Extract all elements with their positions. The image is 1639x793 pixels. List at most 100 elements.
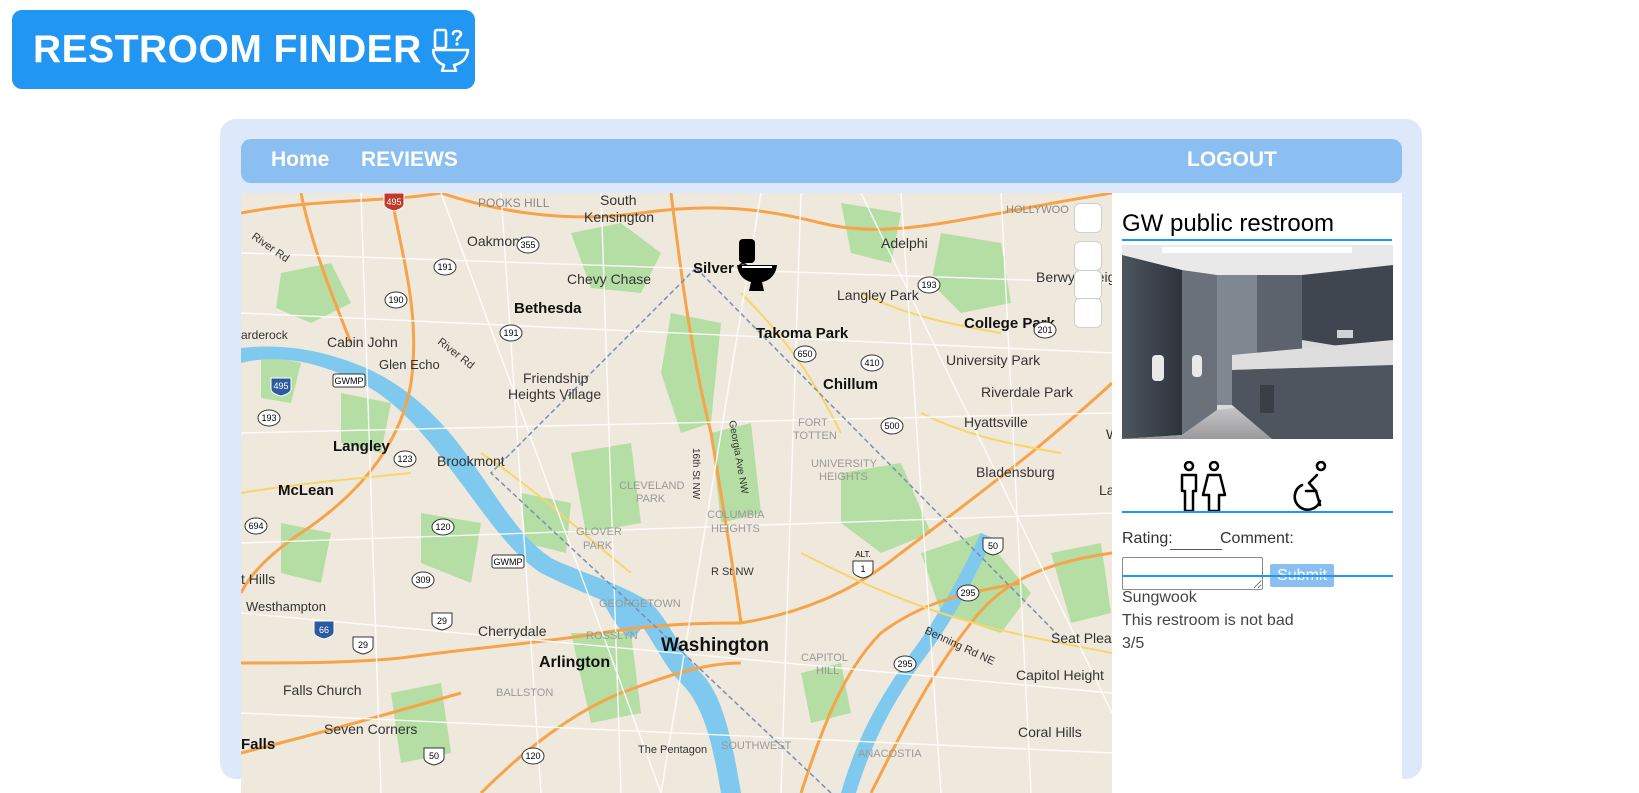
map-label: South — [600, 193, 637, 208]
map-label: Bethesda — [514, 300, 582, 317]
all-gender-restroom-icon — [1180, 461, 1227, 513]
route-shield: 495 — [270, 377, 292, 397]
route-shield: 193 — [257, 409, 281, 427]
map-label: Washington — [661, 635, 769, 656]
map-control-button[interactable] — [1074, 203, 1102, 233]
map-label: Riverdale Park — [981, 384, 1074, 400]
map-label: UNIVERSITY — [811, 458, 878, 470]
route-shield: 309 — [411, 571, 435, 589]
svg-text:694: 694 — [248, 521, 263, 531]
svg-text:29: 29 — [358, 640, 368, 650]
restroom-name: GW public restroom — [1122, 209, 1392, 241]
map-label: Glen Echo — [379, 357, 440, 372]
map-label: PARK — [583, 540, 613, 552]
route-shield: 123 — [393, 450, 417, 468]
svg-text:123: 123 — [397, 454, 412, 464]
map-label: Oakmont — [467, 233, 524, 249]
comment-label: Comment: — [1220, 530, 1294, 547]
route-shield: 694 — [244, 517, 268, 535]
svg-text:120: 120 — [435, 522, 450, 532]
nav-logout-link[interactable]: LOGOUT — [1187, 148, 1277, 172]
map[interactable]: South Kensington POOKS HILL Oakmont Adel… — [241, 193, 1112, 793]
map-label: University Park — [946, 352, 1041, 368]
review-user: Sungwook — [1122, 589, 1197, 606]
svg-text:1: 1 — [860, 564, 865, 574]
map-label: Falls Church — [283, 682, 362, 698]
svg-text:193: 193 — [921, 280, 936, 290]
map-label: Heights Village — [508, 386, 601, 402]
svg-text:190: 190 — [388, 295, 403, 305]
svg-text:495: 495 — [273, 381, 288, 391]
map-label: Cherrydale — [478, 623, 547, 639]
svg-text:500: 500 — [884, 421, 899, 431]
route-shield: 201 — [1033, 321, 1057, 339]
map-label: Takoma Park — [756, 325, 849, 342]
map-label: McLean — [278, 482, 334, 499]
review-text: This restroom is not bad — [1122, 612, 1294, 629]
restroom-photo — [1122, 245, 1393, 439]
map-label: Bladensburg — [976, 464, 1055, 480]
toilet-question-icon — [431, 28, 470, 72]
svg-text:ALT.: ALT. — [855, 550, 870, 559]
svg-text:191: 191 — [503, 328, 518, 338]
restroom-detail-panel: GW public restroom Rating: Comment: Subm… — [1112, 193, 1402, 793]
svg-text:650: 650 — [797, 349, 812, 359]
map-label: Coral Hills — [1018, 724, 1082, 740]
map-control-button[interactable] — [1074, 241, 1102, 271]
route-shield: 295 — [956, 584, 980, 602]
map-label: t Hills — [241, 571, 275, 587]
nav-reviews-link[interactable]: REVIEWS — [361, 148, 458, 172]
map-label: Friendship — [523, 370, 589, 386]
review-rating: 3/5 — [1122, 635, 1145, 652]
map-label: Hyattsville — [964, 414, 1028, 430]
svg-text:29: 29 — [437, 616, 447, 626]
map-label: La — [1099, 482, 1112, 498]
rating-label: Rating: — [1122, 530, 1173, 547]
map-label: ANACOSTIA — [858, 748, 922, 760]
nav-home-link[interactable]: Home — [271, 148, 329, 172]
map-label: TOTTEN — [793, 430, 837, 442]
svg-text:GWMP: GWMP — [335, 376, 364, 386]
map-label: The Pentagon — [638, 744, 707, 756]
map-label: Seat Plea — [1051, 630, 1112, 646]
map-label: PARK — [636, 493, 666, 505]
svg-text:495: 495 — [386, 197, 401, 207]
route-shield: 66 — [313, 620, 335, 640]
main-panel: Home REVIEWS LOGOUT South Kensington POO… — [220, 119, 1422, 793]
map-label: 16th St NW — [690, 448, 701, 500]
svg-text:GWMP: GWMP — [494, 557, 523, 567]
app-title: RESTROOM FINDER — [33, 27, 422, 71]
map-control-button[interactable] — [1074, 270, 1102, 300]
map-label: Langley — [333, 438, 390, 455]
route-shield: 29 — [352, 636, 374, 655]
comment-input[interactable] — [1122, 557, 1263, 590]
map-label: Capitol Height — [1016, 667, 1104, 683]
svg-text:50: 50 — [988, 541, 998, 551]
map-label: Kensington — [584, 209, 654, 225]
map-label: Adelphi — [881, 235, 928, 251]
section-divider — [1122, 575, 1393, 577]
svg-text:191: 191 — [437, 262, 452, 272]
svg-text:295: 295 — [897, 659, 912, 669]
svg-text:50: 50 — [429, 751, 439, 761]
map-label: arderock — [241, 328, 289, 342]
map-label: COLUMBIA — [707, 509, 765, 521]
svg-text:193: 193 — [261, 413, 276, 423]
map-label: CLEVELAND — [619, 480, 684, 492]
svg-text:309: 309 — [415, 575, 430, 585]
map-control-button[interactable] — [1074, 298, 1102, 328]
map-label: Cabin John — [327, 334, 398, 350]
svg-text:201: 201 — [1037, 325, 1052, 335]
map-label: FORT — [798, 417, 828, 429]
route-shield: 355 — [516, 236, 540, 254]
route-shield: 193 — [917, 276, 941, 294]
map-label: ROSSLYN — [586, 630, 638, 642]
map-label: R St NW — [711, 566, 754, 578]
map-label: BALLSTON — [496, 687, 553, 699]
route-shield: 295 — [893, 655, 917, 673]
map-label: SOUTHWEST — [721, 740, 792, 752]
rating-input[interactable] — [1170, 545, 1222, 550]
map-canvas[interactable]: South Kensington POOKS HILL Oakmont Adel… — [241, 193, 1112, 793]
map-label: Langley Park — [837, 287, 920, 303]
route-shield: 191 — [433, 258, 457, 276]
